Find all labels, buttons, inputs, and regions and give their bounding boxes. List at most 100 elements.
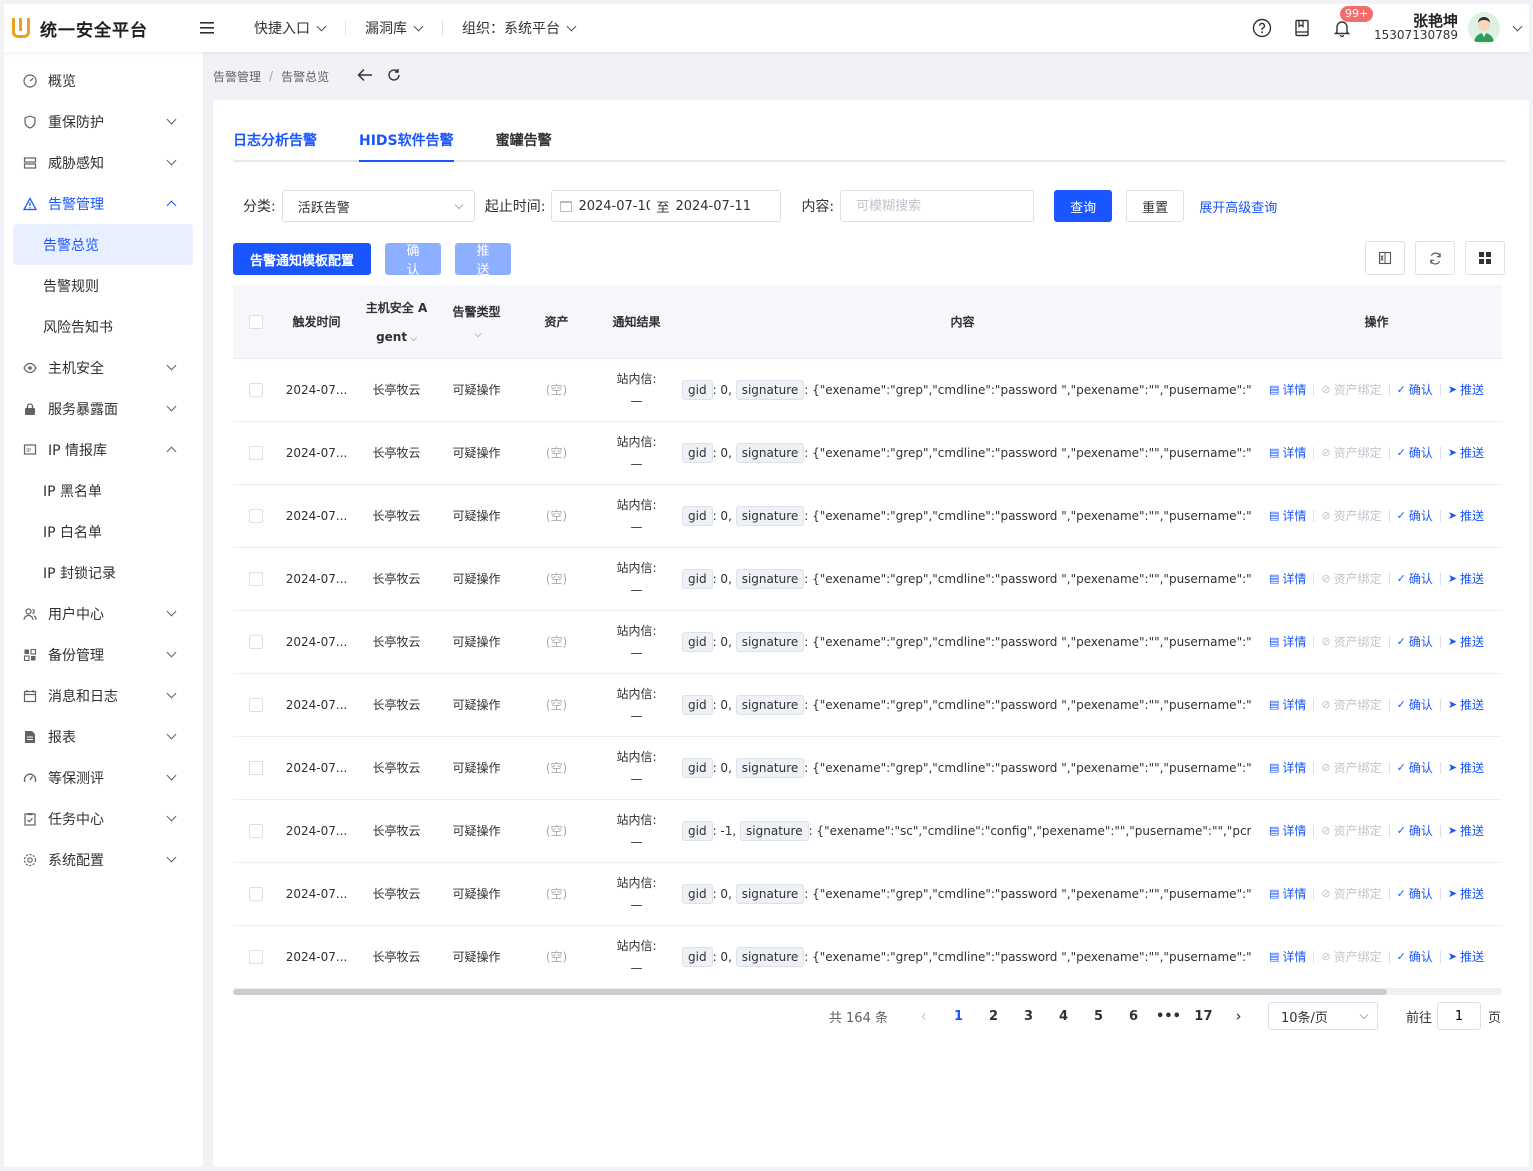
sidebar-item-risk-notice[interactable]: 风险告知书 (4, 306, 203, 347)
detail-button[interactable]: ▤ 详情 (1269, 759, 1306, 776)
confirm-button[interactable]: ✓ 确认 (1397, 570, 1433, 587)
reset-button[interactable]: 重置 (1126, 190, 1185, 222)
asset-bind-button[interactable]: ⊘ 资产绑定 (1321, 948, 1381, 965)
prev-page-icon[interactable]: ‹ (906, 1007, 941, 1025)
filter-caret-icon[interactable]: ⌵ (442, 330, 514, 340)
confirm-button[interactable]: ✓ 确认 (1397, 633, 1433, 650)
sidebar-item-tasks[interactable]: 任务中心 (4, 798, 203, 839)
batch-confirm-button[interactable]: 确认 (385, 243, 442, 278)
sidebar-item-backup[interactable]: 备份管理 (4, 634, 203, 675)
notify-template-button[interactable]: 告警通知模板配置 (233, 243, 372, 275)
sidebar-item-reports[interactable]: 报表 (4, 716, 203, 757)
sidebar-item-ip-block-log[interactable]: IP 封锁记录 (4, 552, 203, 593)
sidebar-item-users[interactable]: 用户中心 (4, 593, 203, 634)
detail-button[interactable]: ▤ 详情 (1269, 444, 1306, 461)
push-button[interactable]: ➤ 推送 (1448, 696, 1484, 713)
push-button[interactable]: ➤ 推送 (1448, 570, 1484, 587)
confirm-button[interactable]: ✓ 确认 (1397, 444, 1433, 461)
row-checkbox[interactable] (249, 445, 263, 460)
batch-push-button[interactable]: 推送 (455, 243, 512, 278)
start-date[interactable]: 2024-07-10 (578, 199, 650, 214)
confirm-button[interactable]: ✓ 确认 (1397, 885, 1433, 902)
user-info[interactable]: 张艳坤 15307130789 (1374, 14, 1458, 43)
sidebar-item-overview[interactable]: 概览 (4, 60, 203, 101)
refresh-icon[interactable] (387, 68, 401, 85)
sidebar-item-threat[interactable]: 威胁感知 (4, 142, 203, 183)
detail-button[interactable]: ▤ 详情 (1269, 381, 1306, 398)
asset-bind-button[interactable]: ⊘ 资产绑定 (1321, 633, 1381, 650)
sidebar-item-protection[interactable]: 重保防护 (4, 101, 203, 142)
next-page-icon[interactable]: › (1221, 1007, 1256, 1025)
asset-bind-button[interactable]: ⊘ 资产绑定 (1321, 759, 1381, 776)
asset-bind-button[interactable]: ⊘ 资产绑定 (1321, 444, 1381, 461)
asset-bind-button[interactable]: ⊘ 资产绑定 (1321, 570, 1381, 587)
page-2[interactable]: 2 (976, 1009, 1011, 1024)
sidebar-item-alerts[interactable]: 告警管理 (4, 183, 203, 224)
confirm-button[interactable]: ✓ 确认 (1397, 822, 1433, 839)
detail-button[interactable]: ▤ 详情 (1269, 507, 1306, 524)
user-menu-chevron-icon[interactable] (1512, 21, 1523, 31)
page-6[interactable]: 6 (1116, 1009, 1151, 1024)
sidebar-item-ip-intel[interactable]: IP IP 情报库 (4, 429, 203, 470)
page-ellipsis[interactable]: ••• (1151, 1009, 1186, 1024)
row-checkbox[interactable] (249, 634, 263, 649)
page-jump-input[interactable] (1436, 1002, 1481, 1030)
refresh-table-icon[interactable] (1415, 241, 1455, 275)
confirm-button[interactable]: ✓ 确认 (1397, 507, 1433, 524)
detail-button[interactable]: ▤ 详情 (1269, 633, 1306, 650)
col-header-type[interactable]: 告警类型 ⌵ (439, 285, 514, 359)
page-3[interactable]: 3 (1011, 1009, 1046, 1024)
date-range-picker[interactable]: 2024-07-10 至 2024-07-11 (551, 190, 782, 222)
push-button[interactable]: ➤ 推送 (1448, 381, 1484, 398)
asset-bind-button[interactable]: ⊘ 资产绑定 (1321, 696, 1381, 713)
sidebar-item-messages[interactable]: 消息和日志 (4, 675, 203, 716)
row-checkbox[interactable] (249, 949, 263, 964)
push-button[interactable]: ➤ 推送 (1448, 507, 1484, 524)
row-checkbox[interactable] (249, 886, 263, 901)
sidebar-item-compliance[interactable]: 等保测评 (4, 757, 203, 798)
sidebar-item-system-config[interactable]: 系统配置 (4, 839, 203, 880)
sidebar-item-exposure[interactable]: 服务暴露面 (4, 388, 203, 429)
push-button[interactable]: ➤ 推送 (1448, 822, 1484, 839)
sidebar-item-host-security[interactable]: 主机安全 (4, 347, 203, 388)
sidebar-item-ip-blacklist[interactable]: IP 黑名单 (4, 470, 203, 511)
tab-hids[interactable]: HIDS软件告警 (359, 130, 454, 162)
col-header-time[interactable]: 触发时间 (279, 285, 354, 359)
column-settings-icon[interactable] (1465, 241, 1505, 275)
quick-entry-menu[interactable]: 快捷入口 (254, 18, 345, 38)
confirm-button[interactable]: ✓ 确认 (1397, 948, 1433, 965)
filter-caret-icon[interactable]: ⌵ (410, 334, 417, 344)
end-date[interactable]: 2024-07-11 (675, 199, 751, 214)
avatar[interactable] (1468, 12, 1500, 44)
push-button[interactable]: ➤ 推送 (1448, 885, 1484, 902)
org-menu[interactable]: 组织：系统平台 (442, 18, 595, 38)
book-icon[interactable] (1292, 18, 1312, 38)
page-17[interactable]: 17 (1186, 1009, 1221, 1024)
asset-bind-button[interactable]: ⊘ 资产绑定 (1321, 507, 1381, 524)
push-button[interactable]: ➤ 推送 (1448, 444, 1484, 461)
help-icon[interactable] (1252, 18, 1272, 38)
confirm-button[interactable]: ✓ 确认 (1397, 696, 1433, 713)
asset-bind-button[interactable]: ⊘ 资产绑定 (1321, 381, 1381, 398)
page-4[interactable]: 4 (1046, 1009, 1081, 1024)
row-checkbox[interactable] (249, 571, 263, 586)
category-select[interactable]: 活跃告警 (281, 190, 475, 222)
push-button[interactable]: ➤ 推送 (1448, 759, 1484, 776)
page-size-select[interactable]: 10条/页 (1267, 1002, 1378, 1030)
push-button[interactable]: ➤ 推送 (1448, 633, 1484, 650)
page-5[interactable]: 5 (1081, 1009, 1116, 1024)
select-all-checkbox[interactable] (249, 314, 263, 329)
detail-button[interactable]: ▤ 详情 (1269, 885, 1306, 902)
detail-button[interactable]: ▤ 详情 (1269, 696, 1306, 713)
tab-log-analysis[interactable]: 日志分析告警 (233, 130, 317, 160)
row-checkbox[interactable] (249, 508, 263, 523)
sidebar-item-alert-rules[interactable]: 告警规则 (4, 265, 203, 306)
asset-bind-button[interactable]: ⊘ 资产绑定 (1321, 885, 1381, 902)
horizontal-scrollbar[interactable] (233, 989, 1502, 995)
page-1[interactable]: 1 (941, 1009, 976, 1024)
sidebar-item-ip-whitelist[interactable]: IP 白名单 (4, 511, 203, 552)
row-checkbox[interactable] (249, 760, 263, 775)
menu-toggle-icon[interactable] (200, 19, 226, 38)
notification-bell-icon[interactable]: 99+ (1332, 6, 1374, 38)
back-arrow-icon[interactable] (357, 68, 373, 85)
